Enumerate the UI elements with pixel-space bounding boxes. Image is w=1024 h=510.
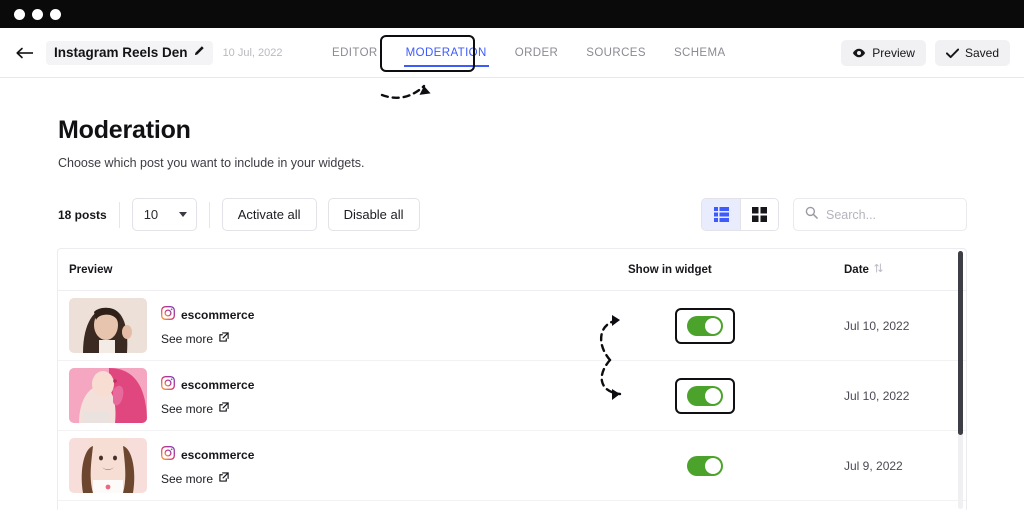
- document-title-field[interactable]: Instagram Reels Den: [46, 41, 213, 65]
- external-link-icon: [219, 332, 229, 345]
- column-header-date[interactable]: Date: [844, 263, 883, 276]
- column-header-show-in-widget: Show in widget: [628, 264, 712, 276]
- search-placeholder: Search...: [826, 208, 876, 222]
- post-author: escommerce: [161, 376, 254, 395]
- show-in-widget-toggle[interactable]: [687, 386, 723, 406]
- tab-order[interactable]: ORDER: [501, 28, 573, 78]
- back-arrow-icon[interactable]: [15, 42, 37, 64]
- show-in-widget-cell: [645, 308, 765, 344]
- post-author: escommerce: [161, 306, 254, 325]
- column-header-date-label: Date: [844, 264, 869, 276]
- post-handle: escommerce: [181, 448, 254, 462]
- page-size-select[interactable]: 10: [132, 198, 197, 231]
- tab-editor[interactable]: EDITOR: [318, 28, 392, 78]
- window-titlebar: [0, 0, 1024, 28]
- close-dot[interactable]: [14, 9, 25, 20]
- page-size-value: 10: [144, 207, 158, 222]
- column-header-preview: Preview: [69, 264, 112, 276]
- annotation-box-toggle-1: [675, 308, 735, 344]
- show-in-widget-toggle[interactable]: [687, 316, 723, 336]
- page-body: Moderation Choose which post you want to…: [0, 78, 1024, 510]
- minimize-dot[interactable]: [32, 9, 43, 20]
- document-title: Instagram Reels Den: [54, 45, 188, 60]
- table-row[interactable]: escommerce See more: [58, 431, 966, 501]
- post-handle: escommerce: [181, 378, 254, 392]
- table-scrollbar-thumb[interactable]: [958, 251, 963, 435]
- post-meta: escommerce See more: [161, 446, 254, 486]
- toolbar-divider-2: [209, 202, 210, 228]
- post-meta: escommerce See more: [161, 306, 254, 346]
- tab-schema[interactable]: SCHEMA: [660, 28, 740, 78]
- disable-all-button[interactable]: Disable all: [328, 198, 420, 231]
- app-window: Instagram Reels Den 10 Jul, 2022 EDITOR …: [0, 0, 1024, 510]
- pencil-icon[interactable]: [194, 45, 205, 59]
- toolbar-divider: [119, 202, 120, 228]
- check-icon: [946, 48, 959, 59]
- post-thumbnail[interactable]: [69, 298, 147, 353]
- grid-view-icon[interactable]: [740, 199, 778, 230]
- post-thumbnail[interactable]: [69, 438, 147, 493]
- table-header-row: Preview Show in widget Date: [58, 249, 966, 291]
- saved-label: Saved: [965, 46, 999, 60]
- see-more-label: See more: [161, 472, 213, 486]
- moderation-table: Preview Show in widget Date: [57, 248, 967, 510]
- chevron-down-icon: [179, 212, 187, 217]
- eye-icon: [852, 48, 866, 58]
- post-date: Jul 9, 2022: [844, 459, 903, 473]
- instagram-icon: [161, 306, 175, 325]
- saved-button[interactable]: Saved: [935, 40, 1010, 66]
- see-more-link[interactable]: See more: [161, 332, 254, 346]
- list-view-icon[interactable]: [702, 199, 740, 230]
- show-in-widget-toggle[interactable]: [687, 456, 723, 476]
- post-meta: escommerce See more: [161, 376, 254, 416]
- activate-all-button[interactable]: Activate all: [222, 198, 317, 231]
- toggle-knob: [705, 318, 721, 334]
- table-row[interactable]: escommerce See more: [58, 361, 966, 431]
- search-icon: [805, 206, 818, 224]
- maximize-dot[interactable]: [50, 9, 61, 20]
- post-handle: escommerce: [181, 308, 254, 322]
- view-toggle-group: [701, 198, 779, 231]
- toggle-knob: [705, 458, 721, 474]
- window-controls: [14, 9, 61, 20]
- see-more-link[interactable]: See more: [161, 472, 254, 486]
- header-tabs: EDITOR MODERATION ORDER SOURCES SCHEMA: [318, 28, 740, 78]
- show-in-widget-cell: [645, 378, 765, 414]
- post-thumbnail[interactable]: [69, 368, 147, 423]
- preview-label: Preview: [872, 46, 915, 60]
- posts-count: 18 posts: [58, 208, 107, 222]
- tab-sources[interactable]: SOURCES: [572, 28, 660, 78]
- page-subtitle: Choose which post you want to include in…: [58, 156, 364, 170]
- tab-moderation[interactable]: MODERATION: [392, 28, 501, 78]
- instagram-icon: [161, 376, 175, 395]
- table-toolbar-left: 18 posts 10 Activate all Disable all: [58, 198, 420, 231]
- see-more-link[interactable]: See more: [161, 402, 254, 416]
- page-title: Moderation: [58, 116, 191, 145]
- annotation-box-toggle-2: [675, 378, 735, 414]
- show-in-widget-cell: [645, 456, 765, 476]
- table-row[interactable]: escommerce See more: [58, 291, 966, 361]
- post-author: escommerce: [161, 446, 254, 465]
- post-date: Jul 10, 2022: [844, 389, 909, 403]
- document-date: 10 Jul, 2022: [223, 47, 283, 59]
- preview-button[interactable]: Preview: [841, 40, 926, 66]
- sort-arrows-icon: [874, 263, 883, 276]
- see-more-label: See more: [161, 332, 213, 346]
- instagram-icon: [161, 446, 175, 465]
- see-more-label: See more: [161, 402, 213, 416]
- search-input[interactable]: Search...: [793, 198, 967, 231]
- toggle-knob: [705, 388, 721, 404]
- post-date: Jul 10, 2022: [844, 319, 909, 333]
- external-link-icon: [219, 472, 229, 485]
- external-link-icon: [219, 402, 229, 415]
- table-toolbar-right: Search...: [701, 198, 967, 231]
- header-actions: Preview Saved: [841, 28, 1010, 78]
